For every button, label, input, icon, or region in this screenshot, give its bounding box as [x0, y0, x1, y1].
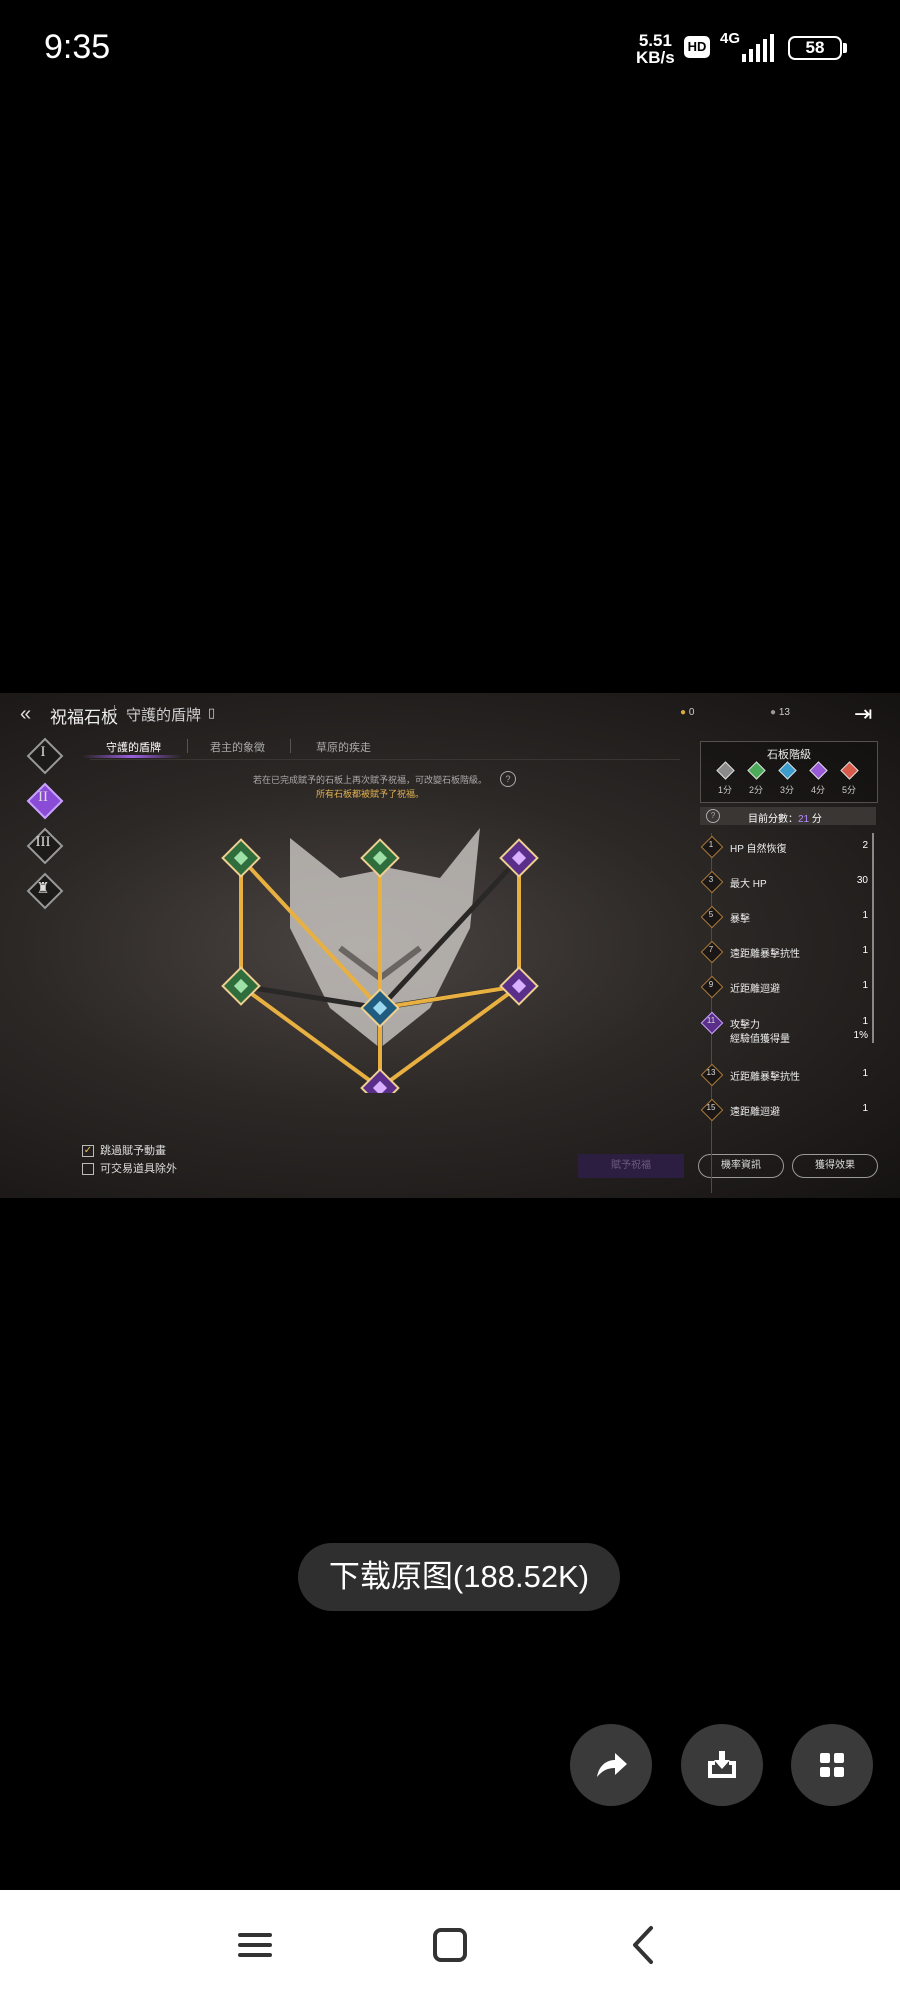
network-speed: 5.51 KB/s — [636, 31, 675, 67]
exclude-tradeable-option[interactable]: 可交易道具除外 — [82, 1160, 177, 1176]
tab-special[interactable]: ♜ — [26, 872, 64, 910]
home-icon[interactable] — [425, 1920, 475, 1970]
rank-gem-5: 5分 — [837, 761, 861, 796]
document-icon[interactable]: ▯ — [208, 705, 215, 721]
status-text: 所有石板都被賦予了祝福。 — [315, 789, 424, 799]
title-separator — [114, 705, 115, 721]
stone-currency: ● 13 — [770, 707, 790, 718]
tab-emblem[interactable]: 君主的象徵 — [210, 739, 265, 755]
stat-row: 3 最大 HP 30 — [700, 870, 876, 898]
menu-icon[interactable] — [230, 1920, 280, 1970]
help-icon[interactable]: ? — [500, 771, 516, 787]
stone-icon: ● — [770, 707, 777, 718]
help-icon[interactable]: ? — [706, 809, 720, 823]
share-button[interactable] — [570, 1724, 652, 1806]
stats-panel: 石板階級 1分 2分 3分 4分 5分 ? 目前分數：21 分 1 HP 自然恢復… — [700, 741, 878, 1198]
stat-row: 1 HP 自然恢復 2 — [700, 835, 876, 863]
tab-sprint[interactable]: 草原的疾走 — [316, 739, 371, 755]
hd-badge: HD — [684, 36, 710, 58]
back-icon[interactable] — [620, 1920, 670, 1970]
stat-row: 5 暴擊 1 — [700, 905, 876, 933]
clock: 9:35 — [44, 28, 111, 66]
info-text: 若在已完成賦予的石板上再次賦予祝福，可改變石板階級。 — [252, 775, 487, 785]
battery-tip — [843, 43, 847, 53]
scrollbar[interactable] — [872, 833, 874, 1043]
rank-gem-1: 1分 — [713, 761, 737, 796]
trophy-icon: ♜ — [36, 881, 50, 897]
rank-gem-4: 4分 — [806, 761, 830, 796]
rank-gem-3: 3分 — [775, 761, 799, 796]
page-title: 祝福石板 — [50, 708, 118, 727]
coin-icon: ● — [680, 707, 687, 718]
page-subtitle: 守護的盾牌 — [126, 707, 202, 724]
stat-row: 15 遠距離迴避 1 — [700, 1098, 876, 1126]
back-arrow-icon[interactable]: « — [20, 703, 31, 726]
tab-tier-1[interactable]: I — [26, 737, 64, 775]
stat-row: 11 攻擊力 1 經驗值獲得量 1% — [700, 1011, 876, 1053]
status-bar: 9:35 5.51 KB/s HD 4G 58 — [0, 0, 900, 100]
rank-legend: 石板階級 1分 2分 3分 4分 5分 — [700, 741, 878, 803]
network-type: 4G — [720, 30, 741, 47]
battery-icon: 58 — [788, 36, 842, 60]
current-score: ? 目前分數：21 分 — [700, 807, 876, 825]
blessing-board — [221, 828, 539, 1093]
tab-tier-2[interactable]: II — [26, 782, 64, 820]
active-tab-indicator — [82, 755, 182, 758]
more-button[interactable] — [791, 1724, 873, 1806]
skip-animation-checkbox[interactable]: ✓ — [82, 1145, 94, 1158]
skip-animation-option[interactable]: ✓ 跳過賦予動畫 — [82, 1142, 166, 1158]
share-icon — [597, 1753, 627, 1777]
save-button[interactable] — [681, 1724, 763, 1806]
tab-shield[interactable]: 守護的盾牌 — [106, 739, 161, 755]
exit-icon[interactable]: ⇥ — [854, 701, 872, 727]
rank-gem-2: 2分 — [744, 761, 768, 796]
tab-tier-3[interactable]: III — [26, 827, 64, 865]
signal-icon — [742, 34, 774, 62]
game-screenshot[interactable]: « 祝福石板 守護的盾牌 ▯ ● 0 ● 13 ⇥ I II III ♜ 守護的… — [0, 693, 900, 1198]
game-topbar: « 祝福石板 守護的盾牌 ▯ ● 0 ● 13 ⇥ — [0, 693, 900, 729]
navigation-bar — [0, 1890, 900, 2000]
stat-row: 7 遠距離暴擊抗性 1 — [700, 940, 876, 968]
download-original-button[interactable]: 下载原图(188.52K) — [298, 1543, 620, 1611]
exclude-tradeable-checkbox[interactable] — [82, 1163, 94, 1176]
stat-row: 9 近距離迴避 1 — [700, 975, 876, 1003]
download-tray-icon — [708, 1751, 736, 1778]
stat-row: 13 近距離暴擊抗性 1 — [700, 1063, 876, 1091]
gold-currency: ● 0 — [680, 707, 695, 718]
grid-icon — [820, 1753, 844, 1777]
grant-blessing-button[interactable]: 賦予祝福 — [578, 1154, 684, 1178]
